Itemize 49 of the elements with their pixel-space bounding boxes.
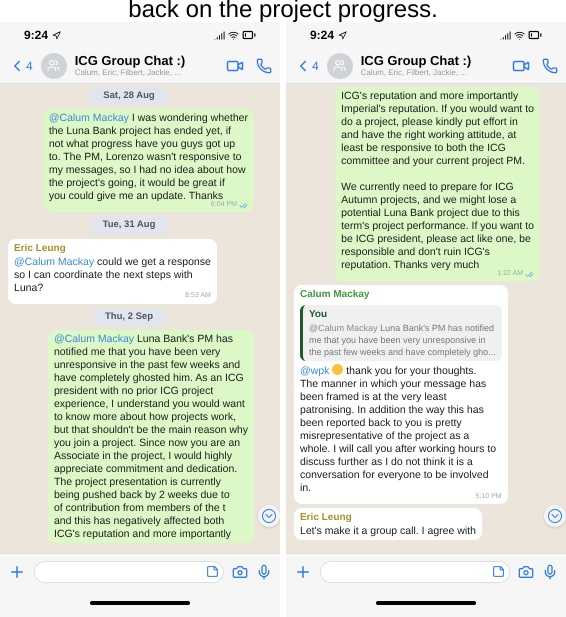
message-text: @Calum Mackay Luna Bank's PM has notified me that you have been very unresponsive in the past few weeks and have completely ghosted him. As an ICG president with no prior ICG project experience, I understand you would want to know more about how projects work, but that shouldn't be the main reason why you join a project. Since now you are an Associate in the project, I would highly appreciate commitment and dedication. The project presentation is currently being pushed back by 2 weeks due to of contribution from members of the t and this has negatively affected both ICG's reputation and more importantly <box>54 332 248 541</box>
date-label: Tue, 31 Aug <box>90 217 168 234</box>
location-icon <box>52 30 62 40</box>
sender-name: Eric Leung <box>300 511 353 525</box>
camera-icon[interactable] <box>518 564 534 580</box>
message-text: Let's make it a group call. I agree with <box>300 525 476 538</box>
status-time: 9:24 <box>310 27 334 44</box>
battery-icon <box>242 28 256 42</box>
microphone-icon[interactable] <box>256 564 272 580</box>
sender-name: Eric Leung <box>14 242 67 256</box>
chevron-down-icon <box>262 509 276 523</box>
sticker-icon[interactable] <box>492 565 505 578</box>
signal-icon <box>214 30 225 40</box>
battery-icon <box>528 28 542 42</box>
wifi-icon <box>514 30 525 40</box>
back-button[interactable]: 4 <box>294 56 319 74</box>
message-input[interactable] <box>34 560 224 582</box>
camera-icon[interactable] <box>232 564 248 580</box>
chat-title: ICG Group Chat :) <box>74 53 186 68</box>
microphone-icon[interactable] <box>542 564 558 580</box>
mention-link[interactable]: @Calum Mackay <box>14 256 94 268</box>
mention-link[interactable]: @Calum Mackay <box>309 323 378 333</box>
mention-link[interactable]: @wpk <box>300 365 330 377</box>
mention-link[interactable]: @Calum Mackay <box>54 332 134 345</box>
status-time: 9:24 <box>24 27 48 44</box>
phone-call-icon[interactable] <box>542 58 558 74</box>
scroll-down-button[interactable] <box>544 505 566 527</box>
chat-title: ICG Group Chat :) <box>360 53 472 68</box>
mention-link[interactable]: @Calum Mackay <box>48 112 129 124</box>
wifi-icon <box>228 30 239 40</box>
chat-members: Calum, Eric, Filbert, Jackie, ... <box>360 68 468 78</box>
quote-text: @Calum Mackay Luna Bank's PM has notified me that you have been very unresponsive in the past few weeks and have completely gho... <box>309 322 496 358</box>
date-label: Sat, 28 Aug <box>91 88 167 104</box>
sender-name: Calum Mackay <box>300 288 370 302</box>
group-avatar-icon <box>40 52 67 78</box>
chat-members: Calum, Eric, Filbert, Jackie, ... <box>74 68 182 78</box>
phone-call-icon[interactable] <box>256 58 272 74</box>
message-input[interactable] <box>320 560 510 582</box>
location-icon <box>338 30 348 40</box>
message-text: ICG's reputation and more importantly Imperial's reputation. If you would want to do a project, please kindly put effort in and have the right working attitude, at least be responsive to both the ICG committee and your current project PM. We currently need to prepare for ICG Autumn projects, and we might lose a potential Luna Bank project due to this term's project performance. If you want to be ICG president, please act like one, be responsible and don't ruin ICG's reputation. Thanks very much <box>341 90 534 271</box>
date-label: Thu, 2 Sep <box>92 308 166 325</box>
sticker-icon[interactable] <box>206 565 219 578</box>
message-text: @wpk thank you for your thoughts. The manner in which your message has been framed is at the very least patronising. In addition the way this has been reported back to you is pretty misrepresentative of the project as a whole. I will call you after working hours to discuss further as I do not think it is a conversation for everyone to be involved in. <box>300 364 496 494</box>
chevron-down-icon <box>548 509 562 523</box>
scroll-down-button[interactable] <box>258 505 280 527</box>
signal-icon <box>500 30 511 40</box>
quote-author: You <box>309 308 328 322</box>
group-avatar-icon <box>326 52 353 78</box>
back-button[interactable]: 4 <box>8 56 33 74</box>
